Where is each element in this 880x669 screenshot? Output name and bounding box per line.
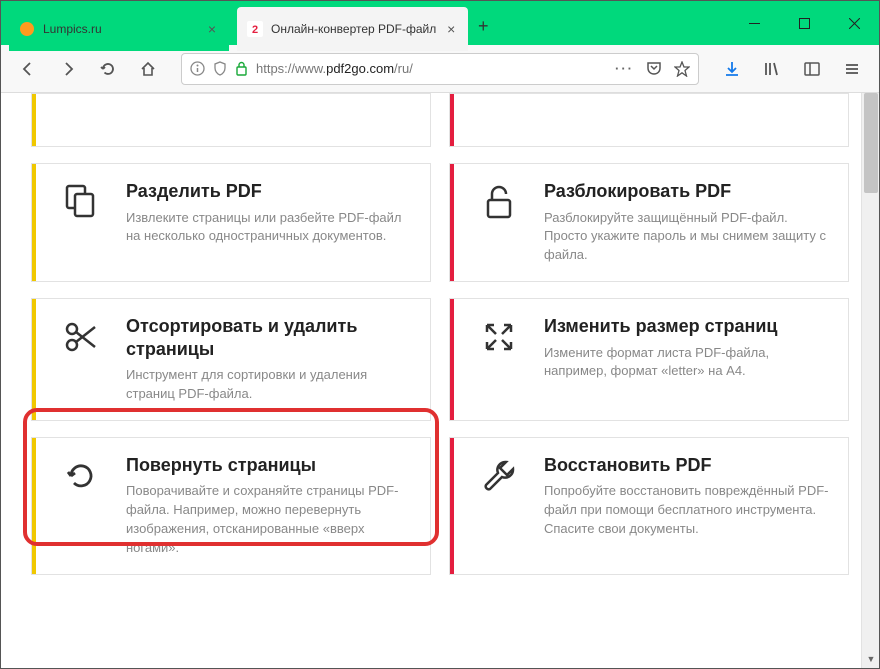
tab-title: Онлайн-конвертер PDF-файл [271, 22, 436, 36]
menu-button[interactable] [835, 52, 869, 86]
scroll-down-icon[interactable]: ▼ [862, 650, 879, 668]
close-window-button[interactable] [829, 1, 879, 45]
card-rotate-pages[interactable]: Повернуть страницы Поворачивайте и сохра… [31, 437, 431, 575]
download-button[interactable] [715, 52, 749, 86]
copy-pages-icon [36, 164, 126, 281]
tab-favicon: 2 [247, 21, 263, 37]
new-tab-button[interactable]: + [468, 7, 498, 45]
scrollbar[interactable]: ▲ ▼ [861, 93, 879, 668]
home-button[interactable] [131, 52, 165, 86]
window-titlebar: Lumpics.ru × 2 Онлайн-конвертер PDF-файл… [1, 1, 879, 45]
maximize-button[interactable] [779, 1, 829, 45]
scissors-icon [36, 299, 126, 420]
unlock-icon [454, 164, 544, 281]
tab-lumpics[interactable]: Lumpics.ru × [9, 7, 229, 51]
reload-button[interactable] [91, 52, 125, 86]
card-description: Разблокируйте защищённый PDF-файл. Прост… [544, 209, 830, 266]
card-description: Извлеките страницы или разбейте PDF-файл… [126, 209, 412, 247]
card-unlock-pdf[interactable]: Разблокировать PDF Разблокируйте защищён… [449, 163, 849, 282]
close-icon[interactable]: × [444, 22, 458, 36]
shield-icon[interactable] [213, 61, 227, 76]
card-title: Разделить PDF [126, 180, 412, 203]
address-bar[interactable]: https://www.pdf2go.com/ru/ ··· [181, 53, 699, 85]
url-text: https://www.pdf2go.com/ru/ [256, 61, 607, 76]
back-button[interactable] [11, 52, 45, 86]
info-icon[interactable] [190, 61, 205, 76]
tab-title: Lumpics.ru [43, 22, 197, 36]
svg-text:2: 2 [252, 24, 258, 36]
card-title: Восстановить PDF [544, 454, 830, 477]
card-title: Отсортировать и удалить страницы [126, 315, 412, 360]
library-button[interactable] [755, 52, 789, 86]
more-icon[interactable]: ··· [615, 61, 634, 76]
card-description: Поворачивайте и сохраняйте страницы PDF-… [126, 482, 412, 557]
rotate-icon [36, 438, 126, 574]
card-partial-right[interactable] [449, 93, 849, 147]
sidebar-button[interactable] [795, 52, 829, 86]
card-split-pdf[interactable]: Разделить PDF Извлеките страницы или раз… [31, 163, 431, 282]
tab-favicon [19, 21, 35, 37]
tab-pdf2go[interactable]: 2 Онлайн-конвертер PDF-файл × [237, 7, 468, 51]
star-icon[interactable] [674, 61, 690, 77]
scrollbar-thumb[interactable] [864, 93, 878, 193]
card-resize-pages[interactable]: Изменить размер страниц Измените формат … [449, 298, 849, 421]
close-icon[interactable]: × [205, 22, 219, 36]
card-description: Инструмент для сортировки и удаления стр… [126, 366, 412, 404]
card-repair-pdf[interactable]: Восстановить PDF Попробуйте восстановить… [449, 437, 849, 575]
browser-toolbar: https://www.pdf2go.com/ru/ ··· [1, 45, 879, 93]
card-sort-delete-pages[interactable]: Отсортировать и удалить страницы Инструм… [31, 298, 431, 421]
card-title: Изменить размер страниц [544, 315, 830, 338]
lock-icon[interactable] [235, 61, 248, 76]
card-description: Попробуйте восстановить повреждённый PDF… [544, 482, 830, 539]
card-partial-left[interactable] [31, 93, 431, 147]
card-title: Повернуть страницы [126, 454, 412, 477]
expand-icon [454, 299, 544, 420]
card-description: Измените формат листа PDF-файла, наприме… [544, 344, 830, 382]
pocket-icon[interactable] [646, 61, 662, 76]
card-title: Разблокировать PDF [544, 180, 830, 203]
page-content: ▲ ▼ Разделить PDF [1, 93, 879, 668]
forward-button[interactable] [51, 52, 85, 86]
wrench-icon [454, 438, 544, 574]
minimize-button[interactable] [729, 1, 779, 45]
